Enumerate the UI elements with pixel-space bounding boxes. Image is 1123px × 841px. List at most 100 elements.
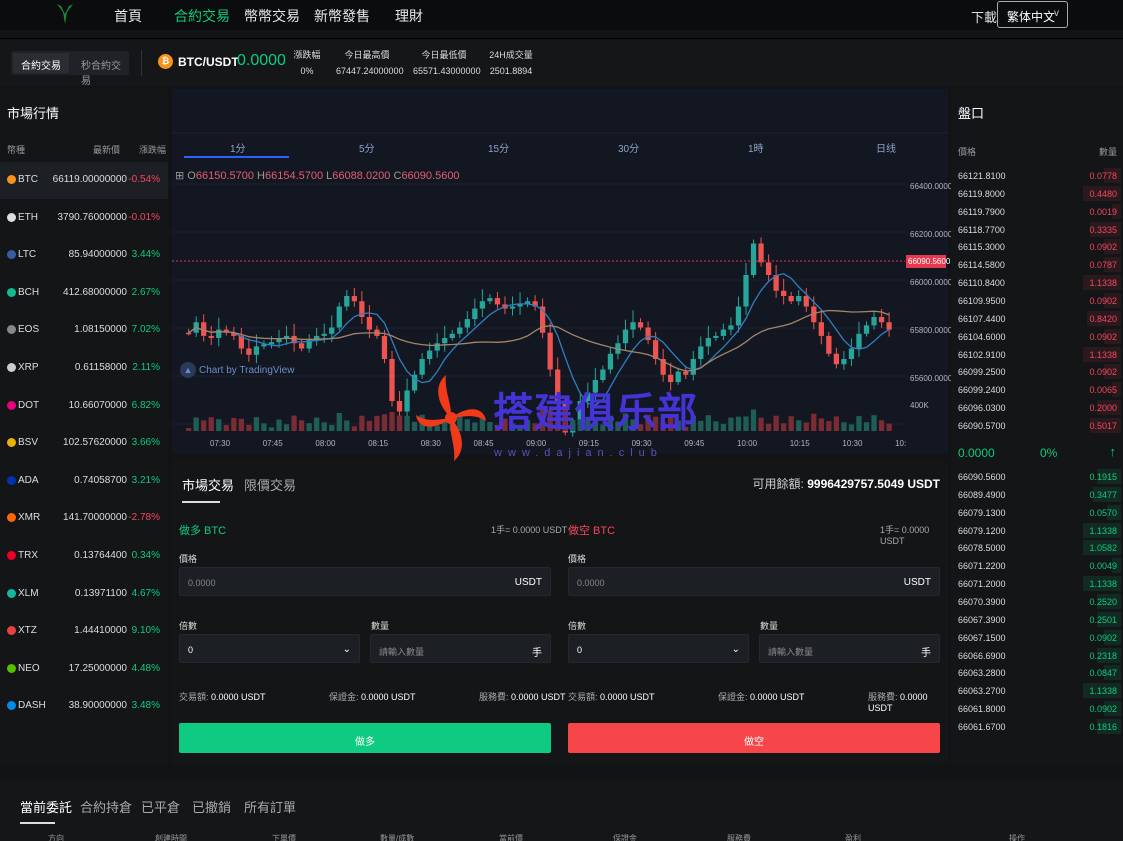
asks-row[interactable]: 66119.7900 0.0019 <box>951 203 1123 221</box>
market-row[interactable]: BCH 412.68000000 2.67% <box>0 275 168 312</box>
nav-new-coin[interactable]: 新幣發售 <box>314 6 370 26</box>
current-price: 0.0000 <box>237 52 286 69</box>
bids-row[interactable]: 66066.6900 0.2318 <box>951 647 1123 665</box>
tab-timeframe-1h[interactable]: 1時 <box>748 140 764 155</box>
bids-row[interactable]: 66089.4900 0.3477 <box>951 486 1123 504</box>
asks-row[interactable]: 66114.5800 0.0787 <box>951 256 1123 274</box>
column-fee: 服務費 <box>727 834 751 841</box>
coin-icon <box>7 626 16 636</box>
market-row[interactable]: BTC 66119.00000000 -0.54% <box>0 162 168 199</box>
short-leverage-select[interactable]: 0 ⌄ <box>568 634 749 663</box>
market-row[interactable]: DOT 10.66070000 6.82% <box>0 388 168 425</box>
short-price-field[interactable]: 0.0000 USDT <box>568 567 940 596</box>
download-link[interactable]: 下載 <box>971 7 997 26</box>
bids-row[interactable]: 66078.5000 1.0582 <box>951 539 1123 557</box>
nav-spot[interactable]: 幣幣交易 <box>244 6 300 26</box>
tab-contract-mode[interactable]: 合約交易 <box>13 53 69 73</box>
asks-row[interactable]: 66099.2500 0.0902 <box>951 363 1123 381</box>
market-price: 85.94000000 <box>68 249 127 261</box>
market-row[interactable]: ADA 0.74058700 3.21% <box>0 463 168 500</box>
market-price: 1.44410000 <box>74 625 127 637</box>
asks-qty: 0.8420 <box>1089 313 1117 324</box>
asks-row[interactable]: 66115.3000 0.0902 <box>951 238 1123 256</box>
tradingview-attribution[interactable]: ▲ Chart by TradingView <box>180 362 294 378</box>
market-row[interactable]: TRX 0.13764400 0.34% <box>0 538 168 575</box>
market-price: 1.08150000 <box>74 324 127 336</box>
short-leverage-label: 倍數 <box>568 621 587 631</box>
tab-cancelled[interactable]: 已撤銷 <box>192 797 231 816</box>
nav-contract[interactable]: 合約交易 <box>174 6 230 26</box>
tab-timeframe-1m[interactable]: 1分 <box>230 140 246 155</box>
language-select[interactable]: 繁体中文 v <box>997 1 1068 28</box>
candle-body <box>645 327 651 341</box>
tab-second-contract-mode[interactable]: 秒合約交易 <box>81 57 129 87</box>
volume-bar <box>246 424 252 431</box>
asks-row[interactable]: 66104.6000 0.0902 <box>951 328 1123 346</box>
asks-row[interactable]: 66109.9500 0.0902 <box>951 292 1123 310</box>
asks-row[interactable]: 66090.5700 0.5017 <box>951 417 1123 435</box>
asks-row[interactable]: 66119.8000 0.4480 <box>951 185 1123 203</box>
long-button[interactable]: 做多 <box>179 723 551 753</box>
bids-row[interactable]: 66079.1200 1.1338 <box>951 522 1123 540</box>
market-row[interactable]: DASH 38.90000000 3.48% <box>0 688 168 725</box>
market-row[interactable]: BSV 102.57620000 3.66% <box>0 425 168 462</box>
asks-row[interactable]: 66096.0300 0.2000 <box>951 399 1123 417</box>
tab-timeframe-30m[interactable]: 30分 <box>618 140 639 155</box>
asks-row[interactable]: 66099.2400 0.0065 <box>951 381 1123 399</box>
tab-closed[interactable]: 已平倉 <box>141 797 180 816</box>
available-balance: 可用餘額: 9996429757.5049 USDT <box>753 475 940 492</box>
ohlc-h-key: H <box>257 170 265 182</box>
logo-icon[interactable] <box>56 2 74 24</box>
bids-row[interactable]: 66071.2000 1.1338 <box>951 575 1123 593</box>
market-row[interactable]: XTZ 1.44410000 9.10% <box>0 613 168 650</box>
asks-price: 66119.7900 <box>958 206 1005 217</box>
market-row[interactable]: XRP 0.61158000 2.11% <box>0 350 168 387</box>
nav-finance[interactable]: 理財 <box>395 6 423 26</box>
bids-row[interactable]: 66061.8000 0.0902 <box>951 700 1123 718</box>
bids-row[interactable]: 66067.3900 0.2501 <box>951 611 1123 629</box>
pair-name[interactable]: BTC/USDT <box>178 55 239 69</box>
asks-row[interactable]: 66118.7700 0.3335 <box>951 221 1123 239</box>
market-row[interactable]: XLM 0.13971100 4.67% <box>0 576 168 613</box>
bids-row[interactable]: 66090.5600 0.1915 <box>951 468 1123 486</box>
tab-timeframe-15m[interactable]: 15分 <box>488 140 509 155</box>
market-row[interactable]: XMR 141.70000000 -2.78% <box>0 500 168 537</box>
short-button[interactable]: 做空 <box>568 723 940 753</box>
market-row[interactable]: EOS 1.08150000 7.02% <box>0 312 168 349</box>
bids-row[interactable]: 66063.2800 0.0847 <box>951 664 1123 682</box>
market-change: -2.78% <box>128 512 160 524</box>
market-row[interactable]: NEO 17.25000000 4.48% <box>0 651 168 688</box>
bids-row[interactable]: 66079.1300 0.0570 <box>951 504 1123 522</box>
coin-icon <box>7 663 16 673</box>
tab-timeframe-5m[interactable]: 5分 <box>359 140 375 155</box>
market-symbol: BSV <box>18 437 39 449</box>
tab-current-orders[interactable]: 當前委託 <box>20 797 72 816</box>
bids-qty: 0.0847 <box>1089 668 1117 679</box>
bids-row[interactable]: 66071.2200 0.0049 <box>951 557 1123 575</box>
tab-timeframe-1d[interactable]: 日线 <box>876 140 896 155</box>
market-row[interactable]: LTC 85.94000000 3.44% <box>0 237 168 274</box>
tab-all-orders[interactable]: 所有訂單 <box>244 797 296 816</box>
tab-limit-order[interactable]: 限價交易 <box>244 475 296 494</box>
tab-market-order[interactable]: 市場交易 <box>182 475 234 494</box>
market-price: 17.25000000 <box>68 662 127 674</box>
stat-low-value: 65571.43000000 <box>413 66 481 76</box>
tab-positions[interactable]: 合約持倉 <box>80 797 132 816</box>
candle-body <box>487 298 493 302</box>
bids-row[interactable]: 66063.2700 1.1338 <box>951 682 1123 700</box>
mode-tabs: 合約交易 秒合約交易 <box>11 51 129 87</box>
asks-row[interactable]: 66102.9100 1.1338 <box>951 346 1123 364</box>
long-price-field[interactable]: 0.0000 USDT <box>179 567 551 596</box>
market-price: 38.90000000 <box>68 700 127 712</box>
nav-home[interactable]: 首頁 <box>114 6 142 26</box>
asks-row[interactable]: 66121.8100 0.0778 <box>951 167 1123 185</box>
bids-row[interactable]: 66070.3900 0.2520 <box>951 593 1123 611</box>
long-qty-input[interactable]: 請輸入數量 手 <box>370 634 551 663</box>
asks-row[interactable]: 66110.8400 1.1338 <box>951 274 1123 292</box>
bids-row[interactable]: 66061.6700 0.1816 <box>951 718 1123 736</box>
asks-row[interactable]: 66107.4400 0.8420 <box>951 310 1123 328</box>
long-leverage-select[interactable]: 0 ⌄ <box>179 634 360 663</box>
short-qty-input[interactable]: 請輸入數量 手 <box>759 634 940 663</box>
market-row[interactable]: ETH 3790.76000000 -0.01% <box>0 200 168 237</box>
bids-row[interactable]: 66067.1500 0.0902 <box>951 629 1123 647</box>
